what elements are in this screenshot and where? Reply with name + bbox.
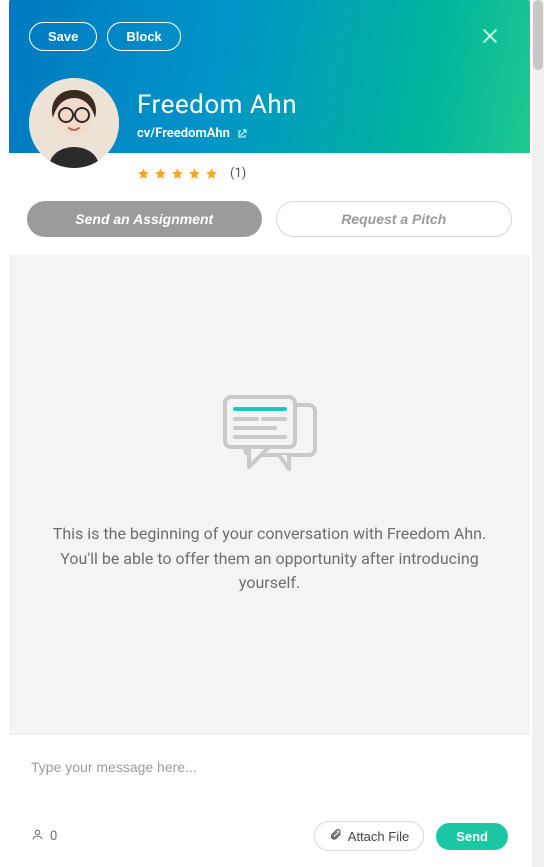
message-input[interactable] bbox=[31, 753, 508, 805]
profile-name: Freedom Ahn bbox=[137, 90, 297, 120]
profile-handle[interactable]: cv/FreedomAhn bbox=[137, 126, 230, 141]
external-link-icon[interactable] bbox=[236, 128, 248, 140]
send-button[interactable]: Send bbox=[436, 823, 508, 850]
chat-icon bbox=[215, 393, 325, 492]
attach-file-label: Attach File bbox=[348, 829, 409, 844]
paperclip-icon bbox=[329, 828, 342, 844]
conversation-area: This is the beginning of your conversati… bbox=[9, 255, 530, 734]
star-icon bbox=[154, 167, 167, 180]
recipient-count: 0 bbox=[31, 828, 57, 845]
composer bbox=[9, 734, 530, 815]
send-assignment-button[interactable]: Send an Assignment bbox=[27, 201, 262, 237]
star-icon bbox=[205, 167, 218, 180]
rating-count: (1) bbox=[230, 166, 246, 181]
scrollbar-track[interactable] bbox=[532, 0, 544, 867]
block-button[interactable]: Block bbox=[107, 22, 180, 51]
conversation-empty-text: This is the beginning of your conversati… bbox=[49, 522, 490, 596]
star-icon bbox=[188, 167, 201, 180]
profile-header: Save Block bbox=[9, 0, 530, 153]
person-icon bbox=[31, 828, 44, 845]
save-button[interactable]: Save bbox=[29, 22, 97, 51]
recipient-count-value: 0 bbox=[50, 829, 57, 844]
attach-file-button[interactable]: Attach File bbox=[314, 821, 424, 851]
close-icon[interactable] bbox=[480, 26, 500, 46]
request-pitch-button[interactable]: Request a Pitch bbox=[276, 201, 513, 237]
star-icon bbox=[137, 167, 150, 180]
star-icon bbox=[171, 167, 184, 180]
avatar bbox=[29, 78, 119, 168]
scrollbar-thumb[interactable] bbox=[533, 0, 543, 70]
